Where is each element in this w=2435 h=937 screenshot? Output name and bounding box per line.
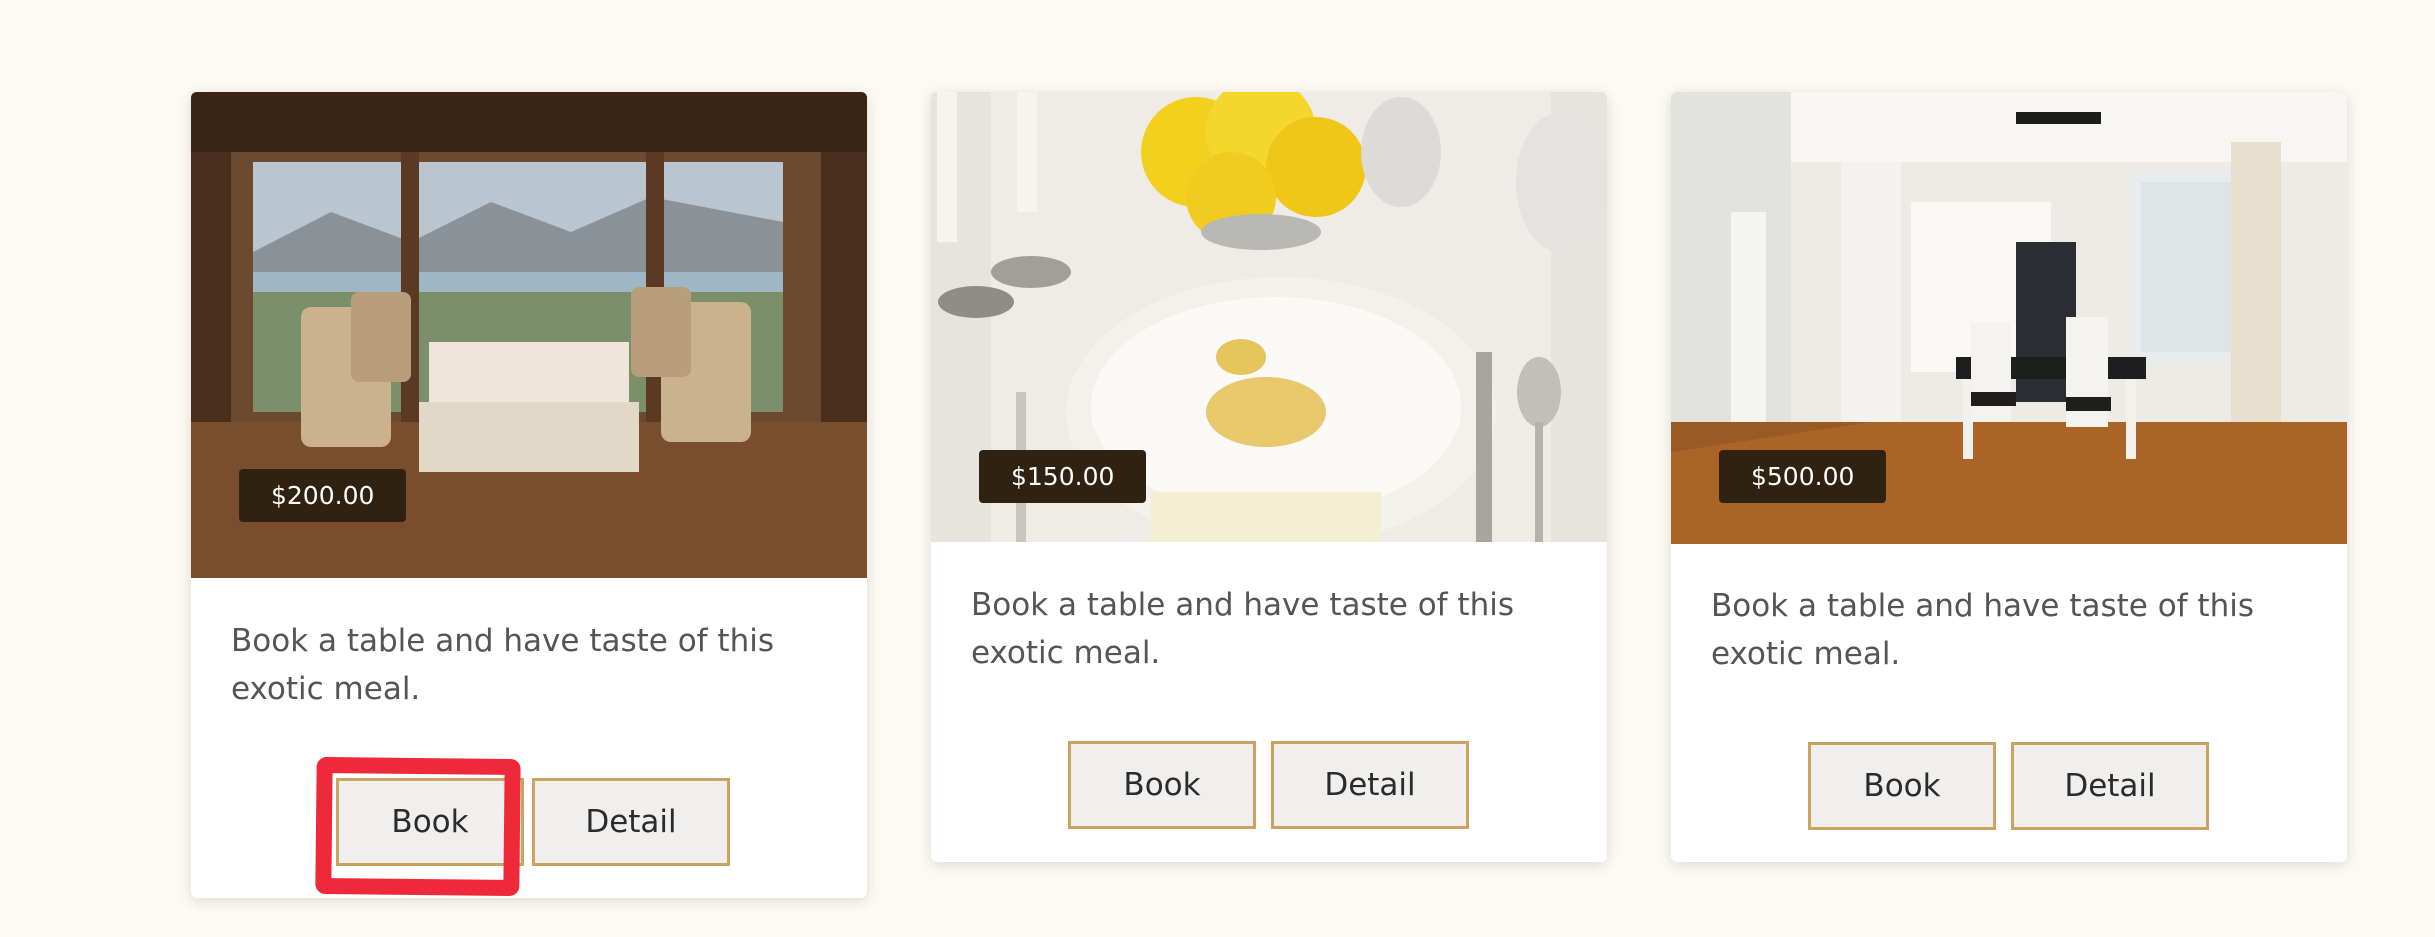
- price-badge: $200.00: [239, 469, 407, 522]
- detail-button[interactable]: Detail: [2011, 742, 2209, 830]
- price-badge: $500.00: [1719, 450, 1887, 503]
- card-image-restaurant[interactable]: $200.00: [191, 92, 867, 578]
- meal-card-1: $200.00 Book a table and have taste of t…: [191, 92, 867, 898]
- detail-button[interactable]: Detail: [1271, 741, 1469, 829]
- card-description: Book a table and have taste of this exot…: [231, 623, 774, 707]
- book-button[interactable]: Book: [1808, 742, 1996, 830]
- card-description: Book a table and have taste of this exot…: [971, 587, 1514, 671]
- meal-card-3: $500.00 Book a table and have taste of t…: [1671, 92, 2347, 862]
- meal-card-2: $150.00 Book a table and have taste of t…: [931, 92, 1607, 862]
- card-image-table-setting[interactable]: $150.00: [931, 92, 1607, 542]
- book-button[interactable]: Book: [336, 778, 524, 866]
- page: $200.00 Book a table and have taste of t…: [0, 0, 2435, 937]
- price-badge: $150.00: [979, 450, 1147, 503]
- card-image-dining-room[interactable]: $500.00: [1671, 92, 2347, 544]
- book-button[interactable]: Book: [1068, 741, 1256, 829]
- detail-button[interactable]: Detail: [532, 778, 730, 866]
- card-description: Book a table and have taste of this exot…: [1711, 588, 2254, 672]
